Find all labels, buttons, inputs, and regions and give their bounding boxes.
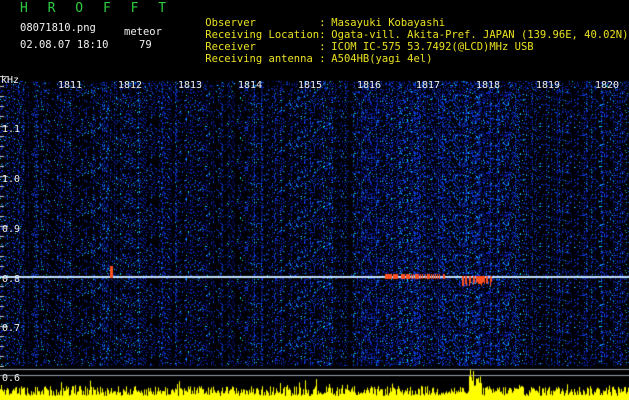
- info-value: A504HB(yagi 4el): [331, 53, 433, 65]
- x-tick: 1819: [536, 80, 561, 91]
- info-antenna: Receiving antenna: A504HB(yagi 4el): [205, 53, 433, 65]
- x-tick: 1814: [238, 80, 263, 91]
- y-tick: 0.7: [2, 323, 21, 334]
- spectrogram: [0, 76, 629, 400]
- x-tick: 1812: [118, 80, 143, 91]
- x-tick: 1815: [298, 80, 323, 91]
- x-tick: 1818: [476, 80, 501, 91]
- y-tick: 1.1: [2, 124, 21, 135]
- date-time: 02.08.07 18:10: [20, 39, 109, 51]
- y-axis-unit: kHz: [1, 75, 20, 86]
- header-panel: H R O F F T 08071810.png 02.08.07 18:10 …: [0, 0, 629, 76]
- app-brand: H R O F F T: [20, 1, 173, 16]
- x-tick: 1816: [357, 80, 382, 91]
- x-tick: 1820: [595, 80, 620, 91]
- y-tick: 1.0: [2, 174, 21, 185]
- x-tick: 1811: [58, 80, 83, 91]
- file-name: 08071810.png: [20, 22, 96, 34]
- y-tick: 0.6: [2, 373, 21, 384]
- info-key: Receiving antenna: [205, 53, 313, 65]
- meteor-count: 79: [139, 39, 152, 51]
- y-tick: 0.8: [2, 274, 21, 285]
- x-tick: 1813: [178, 80, 203, 91]
- meteor-label: meteor: [124, 26, 162, 38]
- x-tick: 1817: [416, 80, 441, 91]
- y-tick: 0.9: [2, 224, 21, 235]
